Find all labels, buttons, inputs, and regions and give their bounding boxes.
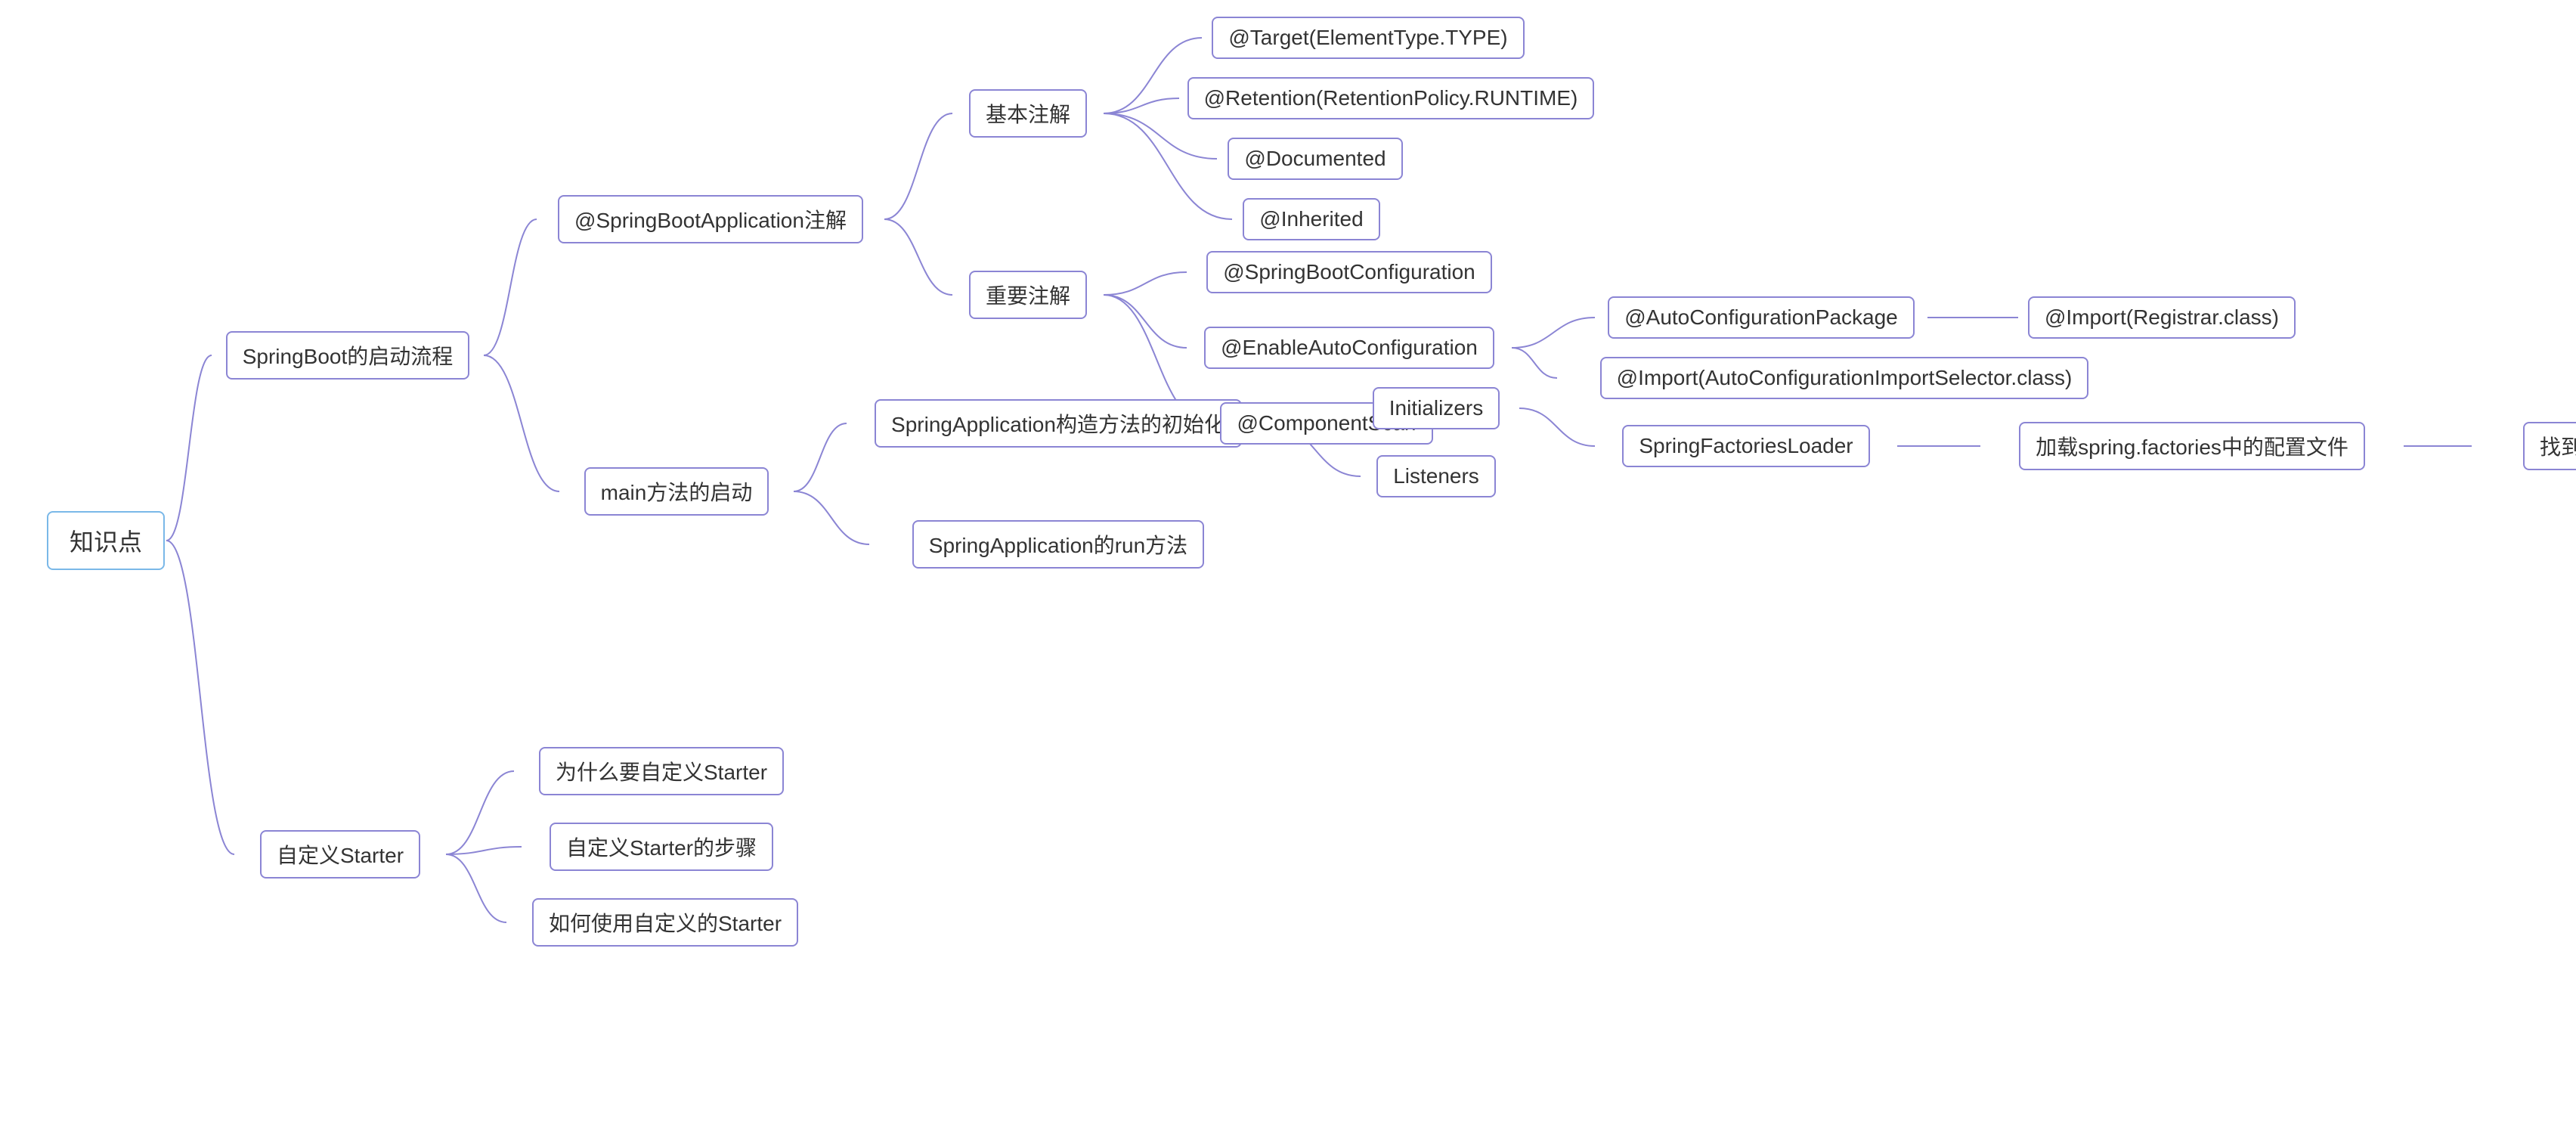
mind-map: 知识点 SpringBoot的启动流程自定义Starter @SpringBootA…: [0, 0, 2576, 1128]
connection-n1-n4: [484, 355, 559, 491]
connection-n2-n7: [446, 854, 506, 922]
node-n23: SpringFactoriesLoader: [1595, 423, 1897, 469]
connection-n8-n13: [1104, 98, 1179, 113]
connection-n4-n10: [794, 423, 847, 491]
node-n19: Initializers: [1353, 386, 1519, 431]
node-n6: 自定义Starter的步骤: [522, 824, 801, 869]
node-n14: @Documented: [1217, 136, 1413, 181]
connection-root-n1: [166, 355, 212, 541]
node-n10: SpringApplication构造方法的初始化: [847, 401, 1270, 446]
connection-n17-n22: [1512, 348, 1557, 378]
connection-n4-n11: [794, 491, 869, 544]
node-n8: 基本注解: [952, 91, 1104, 136]
node-n15: @Inherited: [1232, 197, 1391, 242]
node-n2: 自定义Starter: [234, 832, 446, 877]
node-n26: 找到ApplicationContextInitializer: [2472, 423, 2576, 469]
node-n5: 为什么要自定义Starter: [514, 748, 809, 794]
connection-n3-n8: [884, 113, 952, 219]
connection-n8-n15: [1104, 113, 1232, 219]
node-n4: main方法的启动: [559, 469, 794, 514]
connection-n3-n9: [884, 219, 952, 295]
node-n22: @Import(AutoConfigurationImportSelector.…: [1557, 355, 2132, 401]
node-root: 知识点: [45, 514, 166, 567]
node-n1: SpringBoot的启动流程: [212, 333, 484, 378]
node-n9: 重要注解: [952, 272, 1104, 318]
node-n16: @SpringBootConfiguration: [1187, 249, 1512, 295]
connection-n9-n16: [1104, 272, 1187, 295]
node-n11: SpringApplication的run方法: [869, 522, 1247, 567]
node-n7: 如何使用自定义的Starter: [506, 900, 824, 945]
connection-n2-n6: [446, 847, 522, 854]
connection-root-n2: [166, 541, 234, 854]
node-n24: @Import(Registrar.class): [2018, 295, 2305, 340]
node-n20: Listeners: [1361, 454, 1512, 499]
connection-n2-n5: [446, 771, 514, 854]
connection-n1-n3: [484, 219, 537, 355]
node-n3: @SpringBootApplication注解: [537, 197, 884, 242]
node-n12: @Target(ElementType.TYPE): [1202, 15, 1534, 60]
node-n13: @Retention(RetentionPolicy.RUNTIME): [1179, 76, 1602, 121]
connection-n17-n21: [1512, 318, 1595, 348]
connection-n19-n23: [1519, 408, 1595, 446]
node-n17: @EnableAutoConfiguration: [1187, 325, 1512, 370]
node-n21: @AutoConfigurationPackage: [1595, 295, 1927, 340]
connection-n9-n17: [1104, 295, 1187, 348]
node-n25: 加载spring.factories中的配置文件: [1980, 423, 2404, 469]
